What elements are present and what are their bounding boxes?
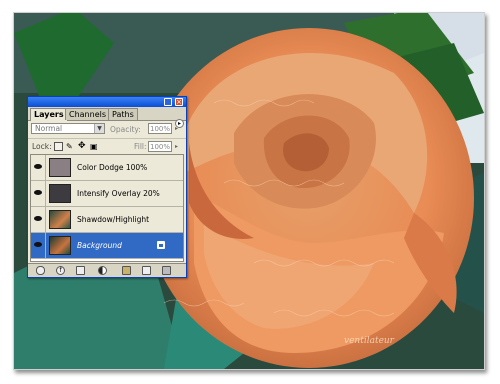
layer-thumbnail: [49, 236, 71, 255]
lock-fill-row: Lock: ✎ ✥ ▣ Fill: 100% ▸: [28, 138, 186, 154]
chevron-down-icon[interactable]: ▼: [94, 124, 104, 133]
lock-move-icon[interactable]: ✥: [78, 142, 87, 151]
link-icon[interactable]: [36, 266, 45, 275]
layer-name: Shawdow/Highlight: [77, 215, 150, 224]
layer-row-selected[interactable]: Background: [31, 233, 183, 259]
opacity-slider-arrow-icon[interactable]: ▸: [175, 125, 178, 132]
lock-icon: [157, 241, 165, 249]
palette-bottom-bar: f: [28, 263, 186, 277]
minimize-icon[interactable]: _: [164, 98, 172, 106]
layers-palette[interactable]: _ × Layers Channels Paths ▸ Normal ▼ Opa…: [27, 96, 187, 278]
blend-opacity-row: Normal ▼ Opacity: 100% ▸: [28, 121, 186, 137]
opacity-field[interactable]: 100%: [148, 123, 172, 134]
visibility-eye-icon[interactable]: [31, 233, 46, 258]
close-icon[interactable]: ×: [175, 98, 183, 106]
visibility-eye-icon[interactable]: [31, 207, 46, 232]
tab-layers[interactable]: Layers: [30, 108, 68, 121]
layer-name: Color Dodge 100%: [77, 163, 148, 172]
palette-titlebar[interactable]: _ ×: [28, 97, 186, 107]
lock-transparency-icon[interactable]: [54, 142, 63, 151]
lock-paint-icon[interactable]: ✎: [66, 142, 75, 151]
lock-all-icon[interactable]: ▣: [90, 142, 99, 151]
fill-slider-arrow-icon[interactable]: ▸: [175, 143, 178, 150]
visibility-eye-icon[interactable]: [31, 155, 46, 180]
layer-name: Background: [77, 241, 122, 250]
image-frame: ventilateur _ × Layers Channels Paths ▸ …: [0, 0, 500, 384]
layer-thumbnail: [49, 210, 71, 229]
layer-thumbnail: [49, 158, 71, 177]
layer-thumbnail: [49, 184, 71, 203]
layer-style-icon[interactable]: f: [56, 266, 65, 275]
fill-label: Fill:: [134, 142, 147, 151]
trash-icon[interactable]: [162, 266, 171, 275]
adjustment-icon[interactable]: [98, 266, 107, 275]
overlay-script-text: ventilateur: [344, 336, 395, 346]
layer-name: Intensify Overlay 20%: [77, 189, 160, 198]
lock-label: Lock:: [32, 142, 52, 151]
layer-row[interactable]: Intensify Overlay 20%: [31, 181, 183, 207]
layer-row[interactable]: Color Dodge 100%: [31, 155, 183, 181]
mask-icon[interactable]: [76, 266, 85, 275]
layer-row[interactable]: Shawdow/Highlight: [31, 207, 183, 233]
palette-tabs: Layers Channels Paths ▸: [28, 107, 186, 128]
group-folder-icon[interactable]: [122, 266, 131, 275]
tab-paths[interactable]: Paths: [108, 108, 138, 120]
fill-field[interactable]: 100%: [148, 141, 172, 152]
visibility-eye-icon[interactable]: [31, 181, 46, 206]
opacity-label: Opacity:: [110, 125, 141, 134]
blend-mode-select[interactable]: Normal ▼: [31, 123, 105, 134]
new-layer-icon[interactable]: [142, 266, 151, 275]
blend-mode-value: Normal: [35, 124, 63, 133]
layers-list: Color Dodge 100% Intensify Overlay 20% S…: [30, 154, 184, 262]
tab-channels[interactable]: Channels: [65, 108, 111, 120]
